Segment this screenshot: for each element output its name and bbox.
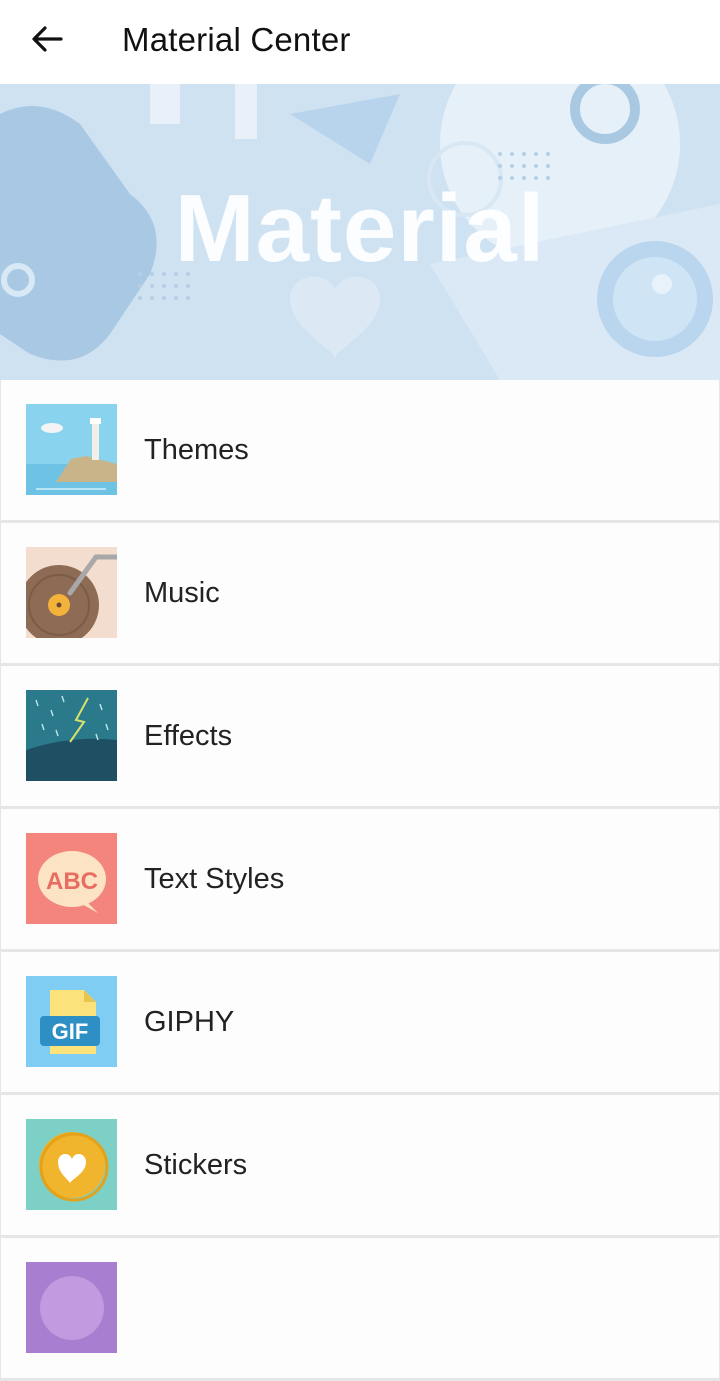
category-label: Stickers [144,1149,248,1181]
category-label: Themes [144,434,249,466]
banner-title: Material [174,175,546,282]
category-giphy[interactable]: GIF GIPHY [1,952,719,1092]
category-partial[interactable] [1,1238,719,1378]
gif-file-icon: GIF [26,976,117,1067]
heart-sticker-icon [26,1119,117,1210]
app-bar: Material Center [0,0,720,84]
rain-lightning-icon [26,690,117,781]
lighthouse-icon [26,404,117,495]
category-label: Effects [144,720,233,752]
category-music[interactable]: Music [1,523,719,663]
material-banner: Material [0,84,720,380]
abc-speech-bubble-icon: ABC [26,833,117,924]
svg-text:ABC: ABC [46,868,98,895]
category-effects[interactable]: Effects [1,666,719,806]
category-label: GIPHY [144,1006,235,1038]
page-title: Material Center [122,21,351,58]
category-list: Themes Music Effects ABC Text Styles GIF… [0,380,720,1381]
category-stickers[interactable]: Stickers [1,1095,719,1235]
vinyl-record-icon [26,547,117,638]
purple-circle-icon [26,1262,117,1353]
category-text-styles[interactable]: ABC Text Styles [1,809,719,949]
category-label: Music [144,577,220,609]
arrow-left-icon [32,26,63,52]
category-themes[interactable]: Themes [1,380,719,520]
back-button[interactable] [22,14,72,64]
svg-text:GIF: GIF [52,1019,89,1044]
category-label: Text Styles [144,863,285,895]
